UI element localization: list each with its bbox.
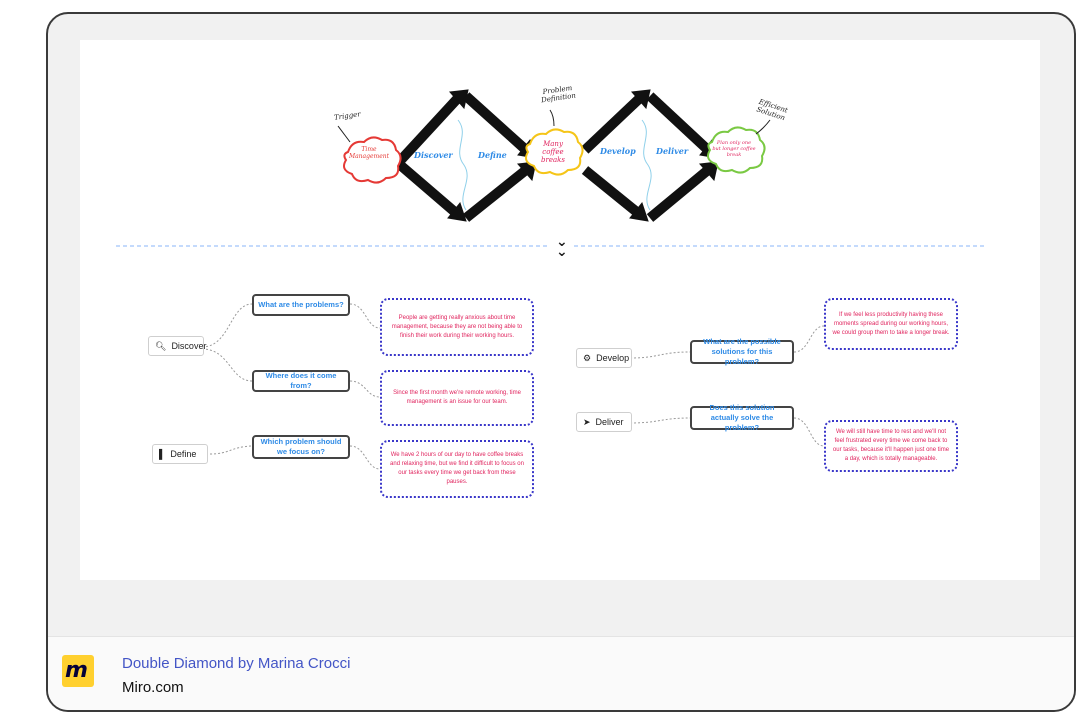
search-icon: 🔍︎ xyxy=(155,340,167,351)
question-problems[interactable]: What are the problems? xyxy=(252,294,350,316)
send-icon: ➤ xyxy=(583,416,591,427)
question-origin[interactable]: Where does it come from? xyxy=(252,370,350,392)
node-develop-label: Develop xyxy=(596,353,630,363)
phase-discover: Discover xyxy=(414,150,453,160)
answer-focus[interactable]: We have 2 hours of our day to have coffe… xyxy=(380,440,534,498)
cloud-left-label: Time Management xyxy=(348,146,390,160)
answer-solutions[interactable]: If we feel less productivity having thes… xyxy=(824,298,958,350)
miro-board[interactable]: Trigger Problem Definition Efficient Sol… xyxy=(80,40,1040,580)
phase-develop: Develop xyxy=(600,146,636,156)
answer-origin[interactable]: Since the first month we're remote worki… xyxy=(380,370,534,426)
node-discover-label: Discover xyxy=(171,341,207,351)
gear-icon: ⚙ xyxy=(583,352,592,363)
logo-text: m xyxy=(65,658,88,683)
double-chevron-down-icon[interactable]: ⌄ ⌄ xyxy=(556,235,568,259)
node-define[interactable]: ▌ Define xyxy=(152,444,208,464)
question-solutions[interactable]: What are the possible solutions for this… xyxy=(690,337,794,366)
node-define-label: Define xyxy=(170,449,197,459)
site-name: Miro.com xyxy=(122,679,184,696)
answer-problems[interactable]: People are getting really anxious about … xyxy=(380,298,534,356)
phase-deliver: Deliver xyxy=(656,146,689,156)
board-title-link[interactable]: Double Diamond by Marina Crocci xyxy=(122,655,350,672)
cloud-mid-label: Many coffee breaks xyxy=(541,140,565,164)
node-discover[interactable]: 🔍︎ Discover xyxy=(148,336,207,356)
bookmark-icon: ▌ xyxy=(159,449,166,459)
answer-validation[interactable]: We will still have time to rest and we'l… xyxy=(824,420,958,472)
node-deliver-label: Deliver xyxy=(595,417,624,427)
cloud-right-label: Plan only one but longer coffee break xyxy=(712,140,756,158)
node-develop[interactable]: ⚙ Develop xyxy=(576,348,632,368)
embed-card: Trigger Problem Definition Efficient Sol… xyxy=(46,12,1076,712)
node-deliver[interactable]: ➤ Deliver xyxy=(576,412,632,432)
miro-logo: m xyxy=(62,655,94,687)
question-validation[interactable]: Does this solution actually solve the pr… xyxy=(690,403,794,432)
question-focus[interactable]: Which problem should we focus on? xyxy=(252,435,350,459)
phase-define: Define xyxy=(478,150,507,160)
